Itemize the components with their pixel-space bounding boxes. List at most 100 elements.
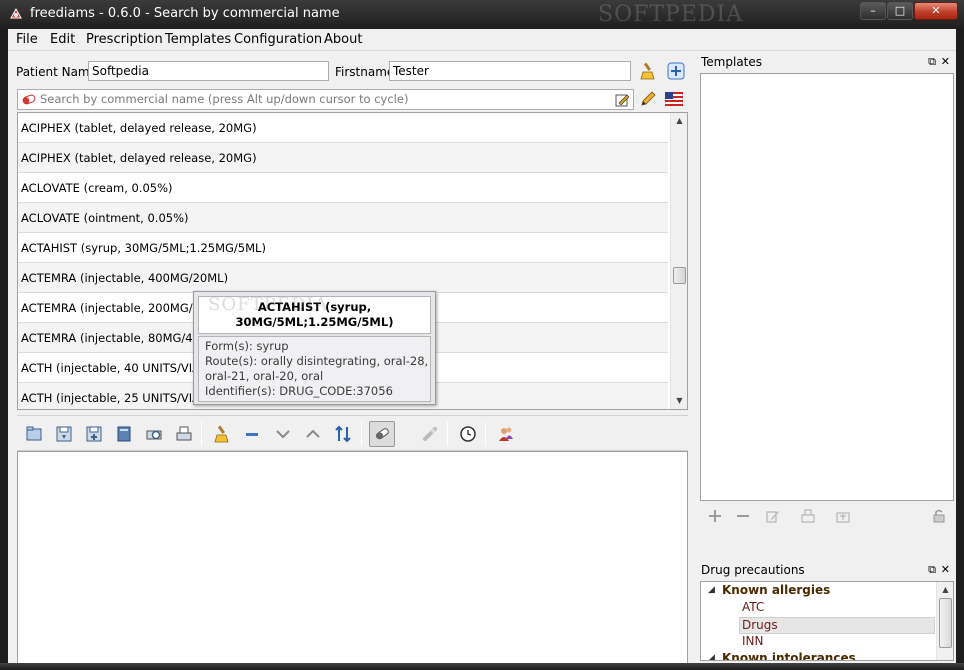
add-patient-button[interactable] bbox=[665, 60, 687, 82]
protocol-icon bbox=[423, 427, 437, 441]
move-up-icon bbox=[306, 429, 320, 438]
save-template-button[interactable] bbox=[799, 507, 817, 525]
open-icon bbox=[26, 426, 42, 441]
drug-list-item[interactable]: ACLOVATE (cream, 0.05%) bbox=[18, 173, 668, 203]
save-as-button[interactable] bbox=[81, 421, 107, 447]
save-button[interactable] bbox=[51, 421, 77, 447]
users-icon bbox=[499, 427, 513, 441]
window-title: freediams - 0.6.0 - Search by commercial… bbox=[30, 6, 340, 21]
menu-templates[interactable]: Templates bbox=[165, 32, 231, 47]
app-icon bbox=[10, 7, 22, 19]
edit-icon bbox=[766, 511, 779, 523]
tooltip-routes: Route(s): orally disintegrating, oral-28… bbox=[205, 354, 429, 368]
close-icon[interactable]: ✕ bbox=[941, 561, 950, 579]
window-controls: – □ ✕ bbox=[859, 2, 958, 20]
precautions-dock-title: Drug precautions ⧉ ✕ bbox=[698, 561, 956, 579]
sort-icon bbox=[335, 425, 351, 443]
templates-view[interactable] bbox=[700, 73, 954, 501]
drug-mode-button[interactable] bbox=[369, 421, 395, 447]
firstname-label: Firstname bbox=[335, 65, 395, 79]
drug-precautions-tree[interactable]: ◢ Known allergies ATC Drugs INN ◢ Known … bbox=[700, 581, 954, 661]
scroll-down-arrow[interactable]: ▼ bbox=[671, 393, 687, 409]
drug-mode-icon bbox=[376, 428, 389, 440]
remove-button[interactable] bbox=[239, 421, 265, 447]
edit-template-button[interactable] bbox=[764, 507, 782, 525]
scroll-up-arrow[interactable]: ▲ bbox=[671, 113, 687, 129]
book-icon bbox=[117, 426, 131, 442]
close-icon[interactable]: ✕ bbox=[941, 53, 950, 71]
menu-file[interactable]: File bbox=[16, 32, 38, 47]
users-button[interactable] bbox=[493, 421, 519, 447]
print-icon bbox=[836, 512, 850, 523]
pill-icon bbox=[22, 94, 36, 105]
menu-about[interactable]: About bbox=[324, 32, 362, 47]
print-template-button[interactable] bbox=[834, 507, 852, 525]
tree-category[interactable]: Known allergies bbox=[722, 583, 830, 598]
drug-list-item[interactable]: ACIPHEX (tablet, delayed release, 20MG) bbox=[18, 113, 668, 143]
tooltip-watermark: SOFTPEDIA bbox=[208, 294, 329, 315]
drug-list-item[interactable]: ACLOVATE (ointment, 0.05%) bbox=[18, 203, 668, 233]
patient-name-field[interactable]: Softpedia bbox=[88, 61, 329, 81]
menu-prescription[interactable]: Prescription bbox=[86, 32, 163, 47]
print-icon bbox=[176, 426, 192, 441]
lock-templates-button[interactable] bbox=[930, 507, 948, 525]
sort-button[interactable] bbox=[330, 421, 356, 447]
float-icon[interactable]: ⧉ bbox=[928, 53, 936, 71]
move-up-button[interactable] bbox=[300, 421, 326, 447]
menu-configuration[interactable]: Configuration bbox=[234, 32, 322, 47]
float-icon[interactable]: ⧉ bbox=[928, 561, 936, 579]
drug-list-item[interactable]: ACTAHIST (syrup, 30MG/5ML;1.25MG/5ML) bbox=[18, 233, 668, 263]
firstname-field[interactable]: Tester bbox=[389, 61, 631, 81]
save-icon bbox=[56, 426, 72, 442]
drug-search-input[interactable]: Search by commercial name (press Alt up/… bbox=[17, 89, 634, 110]
duration-button[interactable] bbox=[455, 421, 481, 447]
clear-patient-button[interactable] bbox=[637, 60, 659, 82]
tooltip-details: Form(s): syrup Route(s): orally disinteg… bbox=[198, 336, 431, 402]
drug-list-item[interactable]: ACIPHEX (tablet, delayed release, 20MG) bbox=[18, 143, 668, 173]
maximize-button[interactable]: □ bbox=[887, 2, 913, 20]
print-preview-button[interactable] bbox=[141, 421, 167, 447]
main-window: File Edit Prescription Templates Configu… bbox=[8, 29, 956, 670]
broom-icon bbox=[640, 62, 655, 80]
scrollbar-thumb[interactable] bbox=[939, 598, 952, 648]
expand-arrow-icon[interactable]: ◢ bbox=[708, 585, 715, 595]
templates-toolbar bbox=[700, 501, 954, 531]
add-template-button[interactable] bbox=[706, 507, 724, 525]
add-icon bbox=[709, 510, 721, 522]
drug-list-scrollbar[interactable]: ▲ ▼ bbox=[670, 113, 687, 409]
remove-icon bbox=[246, 433, 258, 436]
pencil-icon bbox=[641, 91, 656, 106]
precautions-title: Drug precautions bbox=[701, 563, 805, 577]
save-icon bbox=[801, 509, 815, 523]
scroll-up-arrow[interactable]: ▲ bbox=[937, 582, 953, 597]
tree-item-selected[interactable]: Drugs bbox=[739, 617, 935, 634]
clear-icon bbox=[214, 425, 229, 443]
minimize-button[interactable]: – bbox=[860, 2, 886, 20]
remove-template-button[interactable] bbox=[734, 507, 752, 525]
patient-name-label: Patient Name bbox=[16, 65, 97, 79]
print-button[interactable] bbox=[171, 421, 197, 447]
book-button[interactable] bbox=[111, 421, 137, 447]
open-button[interactable] bbox=[21, 421, 47, 447]
prescription-view[interactable] bbox=[17, 451, 688, 670]
search-placeholder: Search by commercial name (press Alt up/… bbox=[40, 92, 409, 106]
search-method-button[interactable] bbox=[637, 88, 659, 110]
toolbar-separator bbox=[361, 422, 362, 446]
protocol-button[interactable] bbox=[417, 421, 443, 447]
clear-button[interactable] bbox=[209, 421, 235, 447]
tree-item[interactable]: INN bbox=[742, 634, 764, 649]
precautions-scrollbar[interactable]: ▲ bbox=[936, 582, 953, 660]
expand-arrow-icon[interactable]: ◢ bbox=[708, 653, 715, 660]
drug-list-item[interactable]: ACTEMRA (injectable, 400MG/20ML) bbox=[18, 263, 668, 293]
scrollbar-thumb[interactable] bbox=[673, 267, 686, 284]
database-language-button[interactable] bbox=[663, 88, 685, 110]
close-button[interactable]: ✕ bbox=[914, 2, 958, 20]
tree-item[interactable]: ATC bbox=[742, 600, 764, 615]
move-down-button[interactable] bbox=[270, 421, 296, 447]
lock-icon bbox=[933, 509, 945, 523]
tree-category[interactable]: Known intolerances bbox=[722, 651, 856, 660]
title-bar: freediams - 0.6.0 - Search by commercial… bbox=[0, 0, 964, 29]
menu-edit[interactable]: Edit bbox=[50, 32, 75, 47]
notepad-icon[interactable] bbox=[615, 93, 630, 107]
prescription-toolbar bbox=[17, 415, 688, 451]
